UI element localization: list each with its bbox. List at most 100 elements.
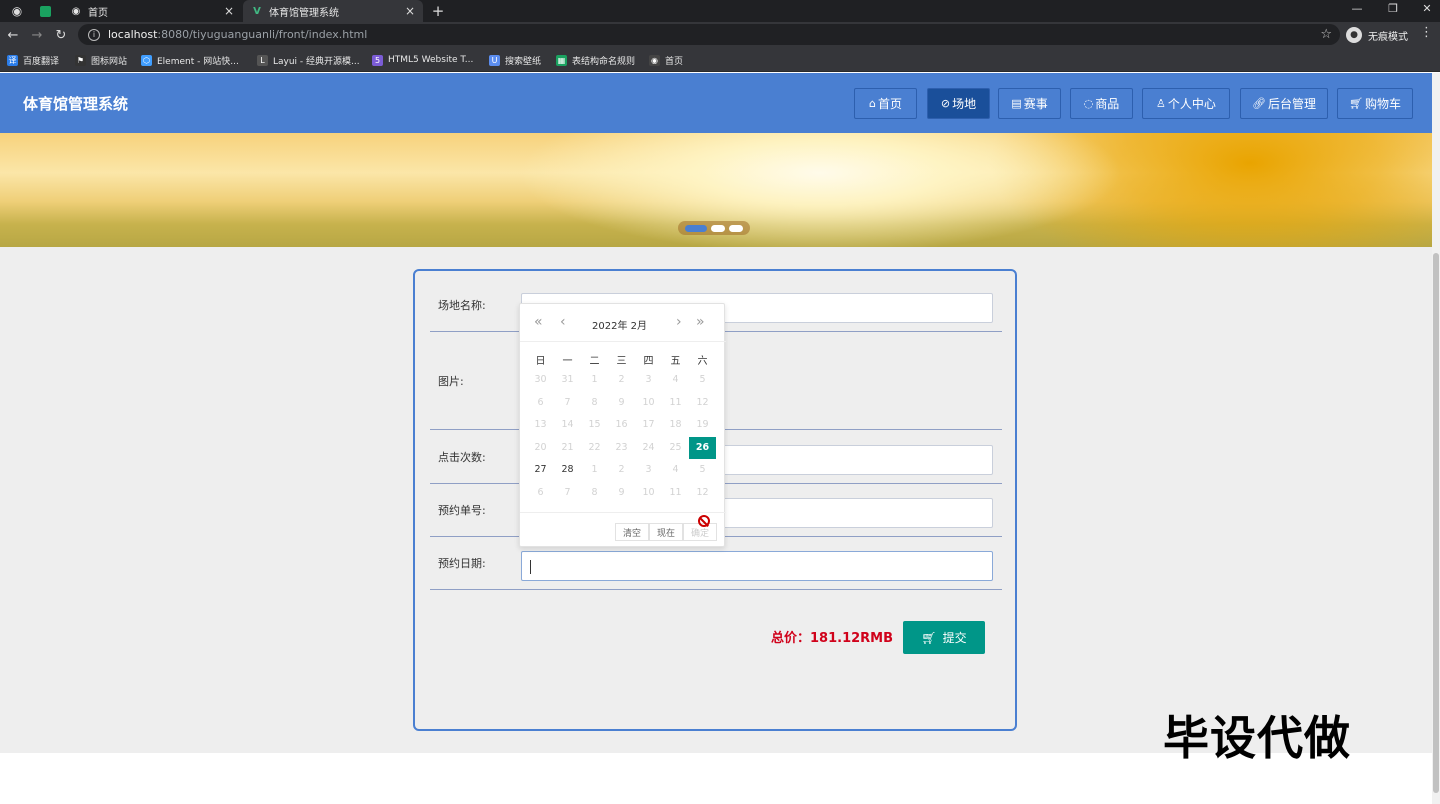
tab-active[interactable]: V 体育馆管理系统 × [243,0,423,22]
venue-name-label: 场地名称: [438,299,486,312]
user-icon: ♙ [1156,97,1166,110]
nav-label: 赛事 [1023,97,1048,111]
day-cell: 12 [696,396,709,408]
weekday-label: 一 [562,356,573,367]
date-picker: « ‹ 2022年 2月 › » 日一二三四五六 30 31 1 2 3 4 5 6 7 8 9 10… [519,303,726,547]
nav-cart[interactable]: 🛒︎ 购物车 [1337,88,1413,119]
bookmark-label: 图标网站 [91,56,128,67]
bookmark-item[interactable]: L Layui - 经典开源模... [257,52,360,68]
booking-date-field[interactable] [521,551,993,581]
app-icon[interactable] [34,2,56,20]
new-tab-button[interactable]: + [428,0,448,22]
next-year-icon[interactable]: » [696,314,705,330]
nav-goods[interactable]: ◌ 商品 [1070,88,1133,119]
nav-label: 购物车 [1364,97,1401,111]
url-input[interactable]: i localhost:8080/tiyuguanguanli/front/in… [78,24,1340,45]
weekday-label: 六 [697,356,708,367]
forward-icon[interactable]: → [27,25,47,45]
year-month-label[interactable]: 2022年 2月 [592,317,647,332]
prev-year-icon[interactable]: « [534,314,543,330]
clear-button[interactable]: 清空 [615,523,649,541]
day-cell: 7 [564,486,571,498]
nav-admin[interactable]: 🔗︎ 后台管理 [1240,88,1328,119]
incognito-label: 无痕模式 [1368,31,1408,43]
close-window-button[interactable]: ✕ [1412,0,1440,16]
carousel-dot[interactable] [729,224,743,232]
not-allowed-cursor-icon [698,515,710,527]
minimize-button[interactable]: — [1342,0,1372,16]
bookmark-label: 百度翻译 [23,56,60,67]
nav-label: 首页 [877,97,902,111]
address-bar-row: ← → ↻ i localhost:8080/tiyuguanguanli/fr… [0,22,1440,48]
day-cell: 4 [672,374,679,385]
star-icon[interactable]: ☆ [1320,27,1332,42]
scrollbar[interactable] [1432,73,1440,804]
back-icon[interactable]: ← [3,25,23,45]
menu-icon[interactable]: ⋮ [1420,25,1433,40]
carousel-dot[interactable] [711,224,725,232]
site-title: 体育馆管理系统 [23,95,129,113]
nav-user-center[interactable]: ♙ 个人中心 [1142,88,1230,119]
sheet-icon: ▦ [556,54,567,66]
tab-home[interactable]: ◉ 首页 × [62,0,242,22]
submit-button[interactable]: 🛒︎ 提交 [903,621,985,654]
html5-icon: 5 [372,54,383,66]
prev-month-icon[interactable]: ‹ [560,314,566,330]
day-cell: 12 [696,486,709,498]
link-icon: 🔗︎ [1252,97,1266,110]
goods-icon: ◌ [1083,97,1094,110]
nav-home[interactable]: ⌂ 首页 [854,88,917,119]
submit-label: 提交 [942,631,967,645]
day-cell: 18 [669,419,682,430]
vue-icon: V [253,5,261,17]
nav-venue[interactable]: ⊘ 场地 [927,88,990,119]
watermark-text: 毕设代做 [1163,711,1351,765]
restore-button[interactable]: ❐ [1378,0,1408,16]
day-cell[interactable]: 28 [554,459,581,481]
home-icon: ⌂ [869,97,876,110]
bookmark-item[interactable]: U 搜索壁纸 [489,52,541,68]
booking-date-label: 预约日期: [438,557,486,570]
bookmark-item[interactable]: ▦ 表结构命名规则 [556,52,635,68]
reload-icon[interactable]: ↻ [51,25,71,45]
day-cell: 17 [642,419,655,430]
nav-label: 后台管理 [1267,97,1316,111]
layui-icon: L [257,54,268,66]
selected-day-cell[interactable]: 26 [689,436,716,459]
day-cell: 16 [615,419,628,430]
nav-events[interactable]: ▤ 赛事 [998,88,1061,119]
now-button[interactable]: 现在 [649,523,683,541]
next-month-icon[interactable]: › [676,314,682,330]
close-icon[interactable]: × [405,4,415,18]
day-cell: 10 [642,486,655,498]
bookmark-item[interactable]: ⬡ Element - 网站快... [141,52,239,68]
bookmark-label: 首页 [665,56,684,67]
translate-icon: 译 [7,54,18,66]
incognito-indicator[interactable]: ● 无痕模式 [1346,25,1408,45]
info-icon[interactable]: i [88,28,100,41]
day-cell: 2 [618,374,625,385]
globe-icon[interactable]: ◉ [6,2,28,20]
close-icon[interactable]: × [224,4,234,18]
url-host: localhost [108,28,158,41]
day-cell: 23 [615,441,628,453]
nav-label: 商品 [1095,97,1120,111]
day-cell: 8 [591,486,598,498]
bookmark-item[interactable]: ◉ 首页 [649,52,683,68]
day-cell[interactable]: 27 [527,459,554,481]
scrollbar-thumb[interactable] [1433,253,1439,793]
weekday-label: 四 [643,356,654,367]
carousel-dot[interactable] [685,224,707,232]
clicks-label: 点击次数: [438,451,486,464]
day-cell: 20 [534,441,547,453]
day-cell: 19 [696,419,709,430]
weekday-label: 三 [616,356,627,367]
bookmark-item[interactable]: 译百度翻译 [7,52,59,68]
day-cell: 13 [534,419,547,430]
bookmark-item[interactable]: 5 HTML5 Website T... [372,52,473,68]
day-cell: 31 [561,374,574,385]
weekday-label: 五 [670,356,681,367]
text-caret [530,560,531,574]
image-label: 图片: [438,375,464,388]
bookmark-item[interactable]: ⚑ 图标网站 [75,52,127,68]
